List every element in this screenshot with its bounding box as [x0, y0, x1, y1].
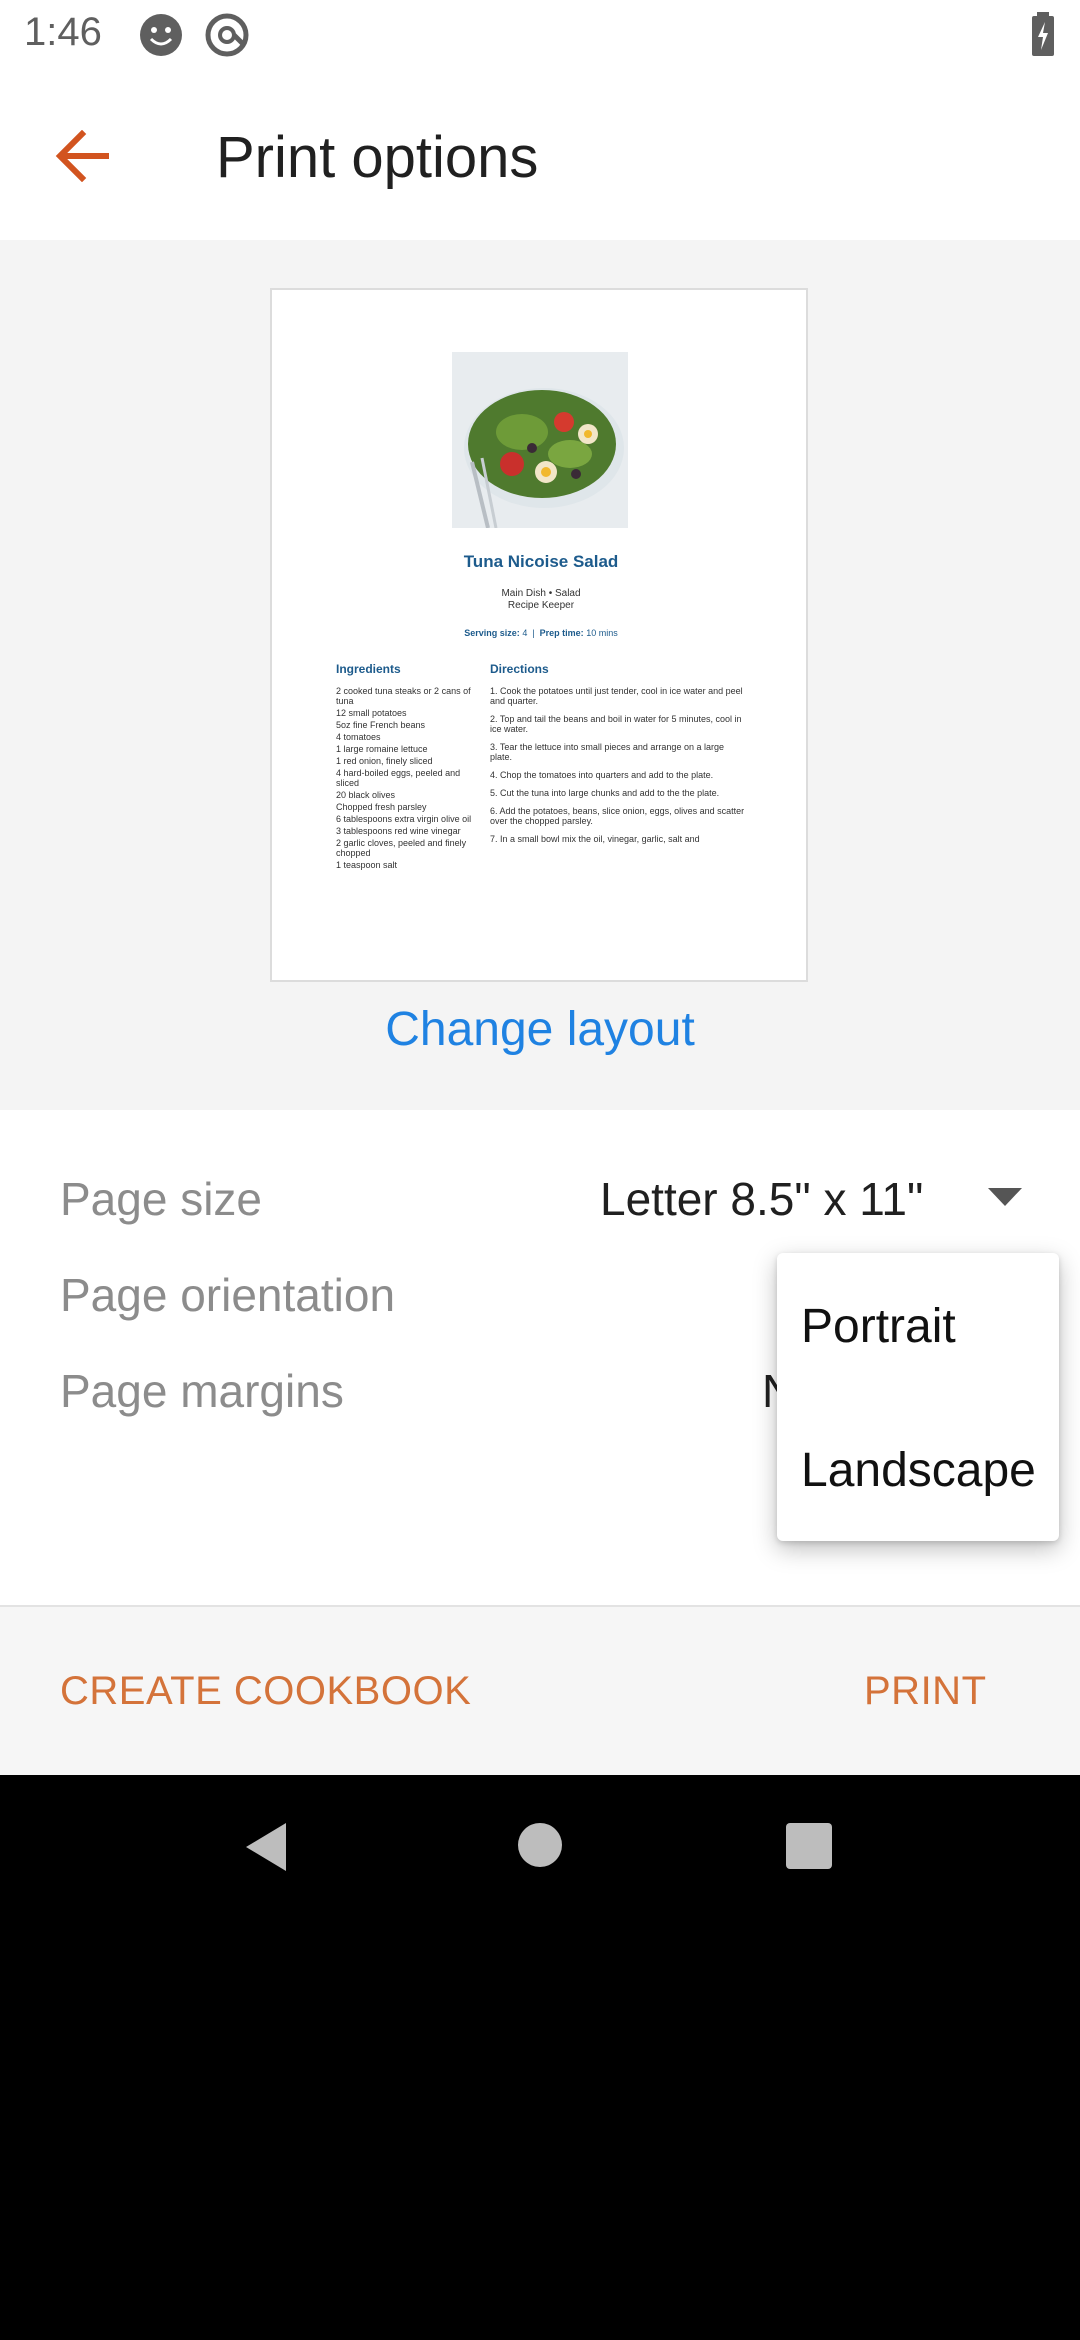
page-size-label: Page size	[60, 1173, 263, 1225]
direction-line: 5. Cut the tuna into large chunks and ad…	[490, 788, 720, 798]
ingredient-line: 2 garlic cloves, peeled and finely chopp…	[336, 838, 467, 858]
orientation-menu: Portrait Landscape	[777, 1253, 1059, 1541]
ingredient-line: 12 small potatoes	[336, 708, 407, 718]
ingredient-line: 3 tablespoons red wine vinegar	[336, 826, 461, 836]
directions-list: 1. Cook the potatoes until just tender, …	[490, 686, 746, 852]
nav-home-icon[interactable]	[516, 1821, 564, 1869]
dropdown-triangle-icon	[988, 1188, 1022, 1206]
ingredient-line: 6 tablespoons extra virgin olive oil	[336, 814, 472, 824]
page-orientation-label: Page orientation	[60, 1269, 396, 1321]
change-layout-link[interactable]: Change layout	[0, 1002, 1080, 1057]
prep-label: Prep time:	[539, 628, 584, 638]
ingredient-line: 1 red onion, finely sliced	[336, 756, 433, 766]
recipe-subtitle-1: Main Dish • Salad	[501, 588, 581, 599]
direction-line: 1. Cook the potatoes until just tender, …	[490, 686, 743, 706]
page-preview: Tuna Nicoise Salad Main Dish • Salad Rec…	[270, 288, 808, 982]
recipe-photo	[452, 352, 628, 528]
nav-back-icon[interactable]	[242, 1821, 288, 1873]
create-cookbook-button[interactable]: CREATE COOKBOOK	[60, 1669, 471, 1714]
recipe-title: Tuna Nicoise Salad	[463, 552, 619, 571]
prep-value: 10 mins	[586, 628, 618, 638]
action-bar: CREATE COOKBOOK PRINT	[0, 1607, 1080, 1775]
serving-value: 4	[522, 628, 528, 638]
ingredients-heading: Ingredients	[336, 662, 401, 676]
ingredients-list: 2 cooked tuna steaks or 2 cans of tuna 12…	[336, 686, 476, 872]
direction-line: 3. Tear the lettuce into small pieces an…	[490, 742, 724, 762]
status-bar: 1:46	[0, 0, 1080, 72]
recipe-subtitle-2: Recipe Keeper	[507, 600, 575, 611]
direction-line: 6. Add the potatoes, beans, slice onion,…	[490, 806, 745, 826]
direction-line: 7. In a small bowl mix the oil, vinegar,…	[490, 834, 700, 844]
menu-item-landscape[interactable]: Landscape	[801, 1443, 1036, 1498]
print-preview-area: Tuna Nicoise Salad Main Dish • Salad Rec…	[0, 240, 1080, 1110]
menu-item-portrait[interactable]: Portrait	[801, 1299, 956, 1354]
direction-line: 2. Top and tail the beans and boil in wa…	[490, 714, 742, 734]
page-size-value: Letter 8.5" x 11"	[600, 1173, 924, 1225]
ingredient-line: Chopped fresh parsley	[336, 802, 427, 812]
nav-recents-icon[interactable]	[786, 1823, 832, 1869]
ingredient-line: 20 black olives	[336, 790, 396, 800]
directions-heading: Directions	[490, 662, 549, 676]
serving-label: Serving size:	[464, 628, 520, 638]
ingredient-line: 2 cooked tuna steaks or 2 cans of tuna	[336, 686, 471, 706]
back-arrow-icon[interactable]	[54, 130, 110, 182]
app-bar: Print options	[0, 72, 1080, 240]
print-button[interactable]: PRINT	[864, 1669, 987, 1714]
recipe-serving-info: Serving size: 4 | Prep time: 10 mins	[464, 628, 618, 638]
navigation-bar	[0, 1775, 1080, 1921]
ingredient-line: 1 teaspoon salt	[336, 860, 398, 870]
ingredient-line: 4 tomatoes	[336, 732, 381, 742]
page-title: Print options	[216, 125, 539, 190]
ingredient-line: 5oz fine French beans	[336, 720, 426, 730]
page-margins-label: Page margins	[60, 1365, 344, 1417]
status-time: 1:46	[24, 10, 102, 54]
battery-charging-icon	[1032, 12, 1054, 56]
ingredient-line: 1 large romaine lettuce	[336, 744, 428, 754]
direction-line: 4. Chop the tomatoes into quarters and a…	[490, 770, 714, 780]
page-size-select[interactable]: Letter 8.5" x 11"	[600, 1168, 1040, 1238]
ingredient-line: 4 hard-boiled eggs, peeled and sliced	[336, 768, 461, 788]
face-icon	[140, 14, 182, 56]
at-sync-icon	[205, 13, 249, 57]
